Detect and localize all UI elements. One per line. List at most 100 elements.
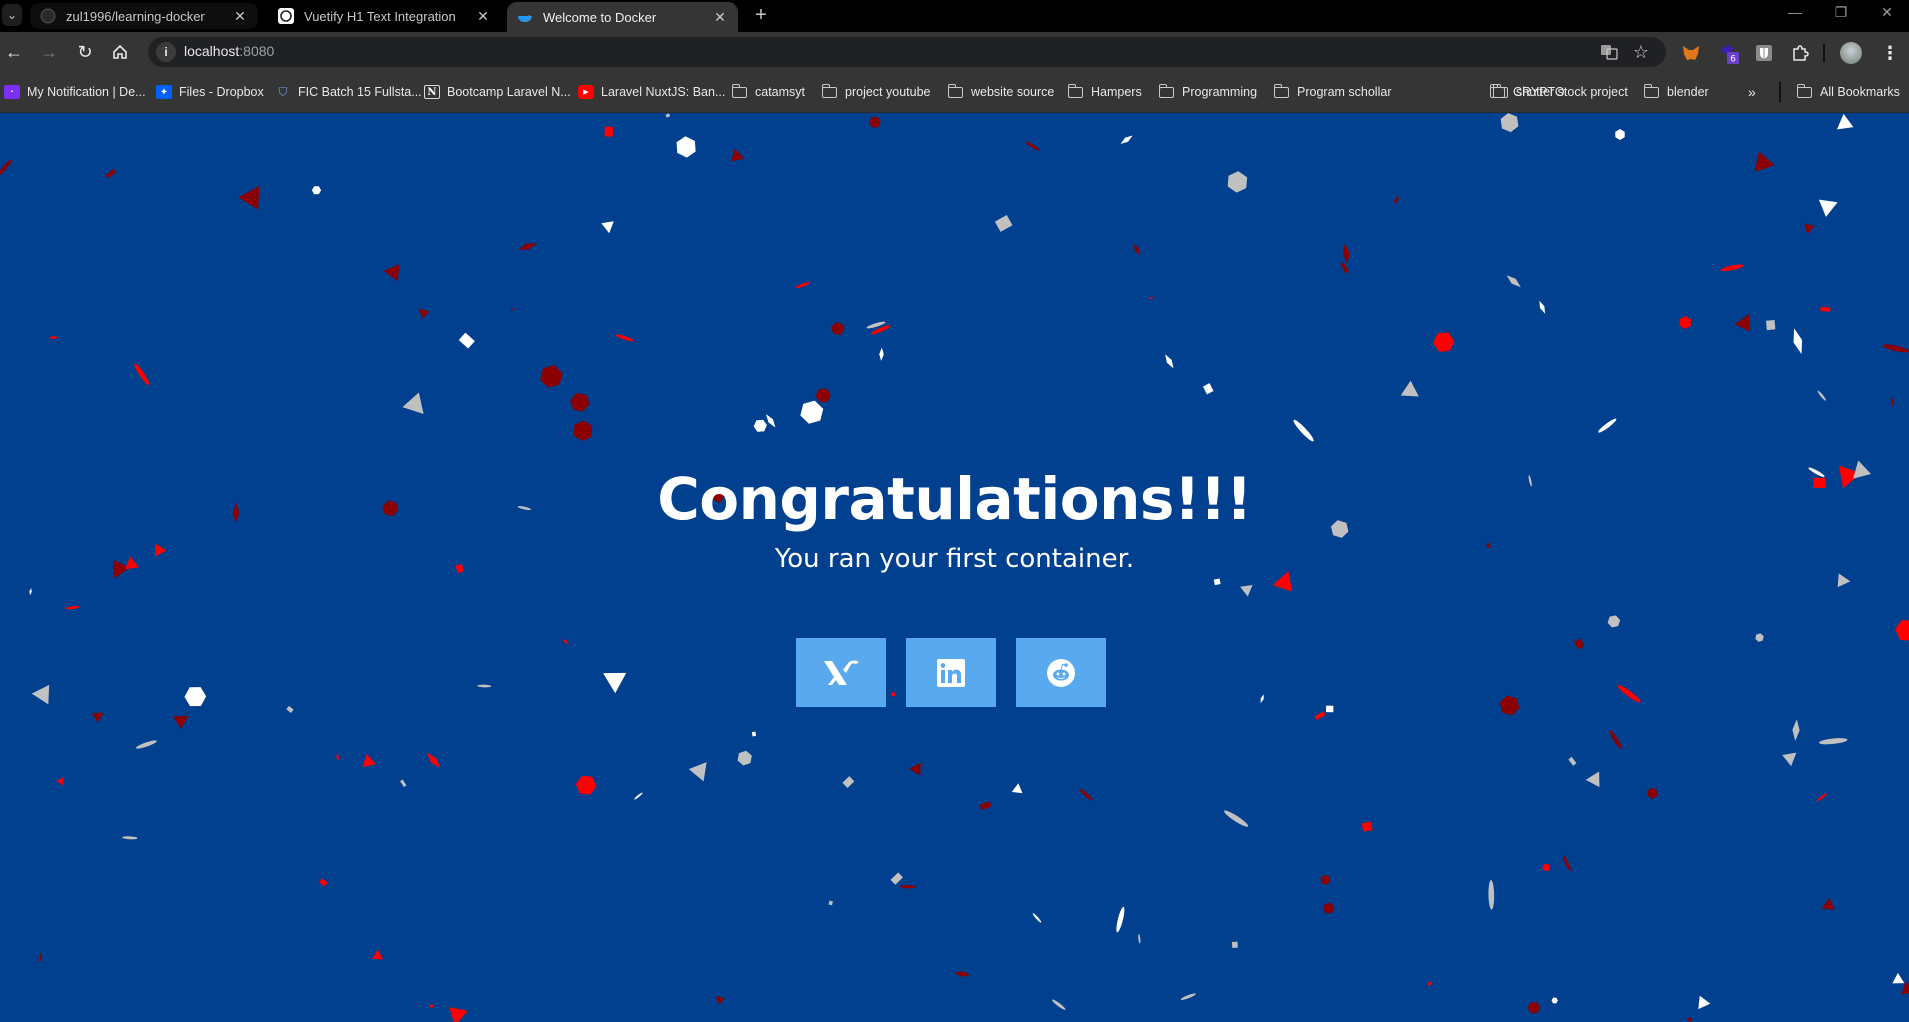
close-window-button[interactable]: ✕ [1864, 0, 1909, 24]
share-x-button[interactable] [796, 638, 886, 707]
confetti-piece [1180, 993, 1196, 1000]
confetti-piece [1149, 297, 1153, 299]
extension-badge-button[interactable]: 6 [1718, 42, 1740, 64]
confetti-piece [105, 168, 116, 179]
tab-welcome-docker[interactable]: Welcome to Docker ✕ [507, 2, 738, 32]
forward-button[interactable]: → [37, 40, 61, 64]
confetti-piece [1231, 941, 1238, 948]
linkedin-icon [937, 658, 965, 687]
confetti-piece [753, 419, 767, 432]
tab-search-button[interactable]: ⌄ [2, 4, 22, 26]
bookmark-item[interactable]: ⛉ FIC Batch 15 Fullsta... [275, 82, 421, 102]
metamask-icon[interactable] [1680, 42, 1702, 64]
confetti-piece [1837, 573, 1851, 588]
confetti-piece [238, 186, 260, 210]
confetti-piece [1116, 906, 1125, 933]
confetti-piece [1488, 879, 1495, 910]
confetti-piece [1766, 319, 1776, 331]
confetti-piece [1293, 419, 1314, 442]
all-bookmarks-button[interactable]: All Bookmarks [1796, 82, 1900, 102]
confetti-piece [510, 307, 514, 312]
bookmark-item[interactable]: ▪ My Notification | De... [4, 82, 146, 102]
restore-button[interactable]: ❐ [1818, 0, 1864, 24]
confetti-piece [1568, 756, 1577, 766]
confetti-piece [31, 684, 50, 705]
bookmarks-bar: ▪ My Notification | De... ✦ Files - Drop… [0, 72, 1909, 113]
bookmark-star-icon[interactable]: ☆ [1630, 42, 1652, 62]
confetti-piece [135, 740, 157, 749]
confetti-piece [39, 953, 42, 963]
confetti-piece [1052, 999, 1066, 1010]
bookmarks-overflow-button[interactable]: » [1748, 82, 1756, 102]
page-content: Congratulations!!! You ran your first co… [0, 113, 1909, 1022]
bookmark-folder[interactable]: Programming [1158, 82, 1257, 102]
confetti-piece [953, 971, 971, 977]
confetti-piece [979, 801, 992, 811]
close-tab-icon[interactable]: ✕ [475, 8, 491, 25]
bookmark-folder[interactable]: Hampers [1067, 82, 1142, 102]
confetti-piece [383, 264, 400, 282]
url-text[interactable]: localhost:8080 [184, 43, 274, 59]
tab-vuetify[interactable]: Vuetify H1 Text Integration ✕ [268, 3, 501, 29]
confetti-piece [570, 393, 590, 412]
folder-icon [731, 83, 747, 98]
confetti-piece [1325, 705, 1334, 713]
share-reddit-button[interactable] [1016, 638, 1106, 707]
confetti-piece [1506, 275, 1521, 288]
confetti-piece [899, 885, 916, 889]
confetti-piece [1138, 934, 1141, 944]
minimize-button[interactable]: — [1772, 0, 1818, 24]
confetti-piece [1585, 771, 1600, 788]
bookmark-folder[interactable]: blender [1643, 82, 1709, 102]
close-tab-icon[interactable]: ✕ [712, 9, 728, 26]
confetti-piece [1202, 383, 1214, 395]
tab-learning-docker[interactable]: zul1996/learning-docker ✕ [30, 3, 258, 29]
reload-button[interactable]: ↻ [73, 40, 97, 64]
confetti-piece [831, 322, 845, 335]
translate-icon[interactable] [1598, 42, 1620, 62]
confetti-piece [1527, 1002, 1541, 1014]
share-linkedin-button[interactable] [906, 638, 996, 707]
bookmark-folder[interactable]: website source [947, 82, 1054, 102]
dealls-icon: ▪ [4, 85, 20, 99]
bookmark-folder[interactable]: shutter stock project [1492, 82, 1628, 102]
confetti-piece [1025, 141, 1040, 151]
confetti-piece [842, 776, 855, 788]
back-button[interactable]: ← [2, 40, 26, 64]
confetti-piece [1687, 1017, 1693, 1022]
bookmark-folder[interactable]: Program schollar [1273, 82, 1391, 102]
confetti-piece [1227, 171, 1248, 193]
confetti-piece [751, 731, 756, 737]
folder-icon [947, 83, 963, 98]
confetti-piece [29, 587, 32, 596]
folder-icon [1067, 83, 1083, 98]
bitwarden-icon[interactable] [1753, 42, 1775, 64]
confetti-piece [1890, 396, 1894, 407]
site-info-icon[interactable]: i [156, 42, 176, 62]
browser-menu-button[interactable]: ⋮ [1879, 42, 1901, 64]
docker-whale-icon [517, 9, 533, 25]
confetti-piece [1079, 788, 1093, 801]
confetti-piece [1817, 390, 1826, 401]
confetti-piece [1240, 584, 1253, 597]
bookmark-item[interactable]: N Bootcamp Laravel N... [424, 82, 571, 102]
bookmark-item[interactable]: ✦ Files - Dropbox [156, 82, 264, 102]
bookmark-item[interactable]: ▶ Laravel NuxtJS: Ban... [578, 82, 725, 102]
confetti-piece [1133, 243, 1140, 256]
confetti-piece [0, 159, 12, 177]
close-tab-icon[interactable]: ✕ [232, 8, 248, 25]
bookmark-folder[interactable]: catamsyt [731, 82, 805, 102]
confetti-piece [1617, 685, 1641, 703]
confetti-piece [1816, 793, 1827, 802]
confetti-piece [517, 243, 538, 250]
profile-avatar[interactable] [1840, 42, 1862, 64]
puzzle-extensions-icon[interactable] [1789, 42, 1811, 64]
bookmark-folder[interactable]: project youtube [821, 82, 930, 102]
x-logo-icon [824, 660, 859, 685]
confetti-piece [1720, 264, 1744, 272]
folder-icon [821, 83, 837, 98]
confetti-piece [371, 949, 383, 960]
new-tab-button[interactable]: + [750, 4, 772, 26]
address-bar[interactable]: i localhost:8080 ☆ [148, 37, 1666, 67]
home-button[interactable] [108, 40, 132, 64]
